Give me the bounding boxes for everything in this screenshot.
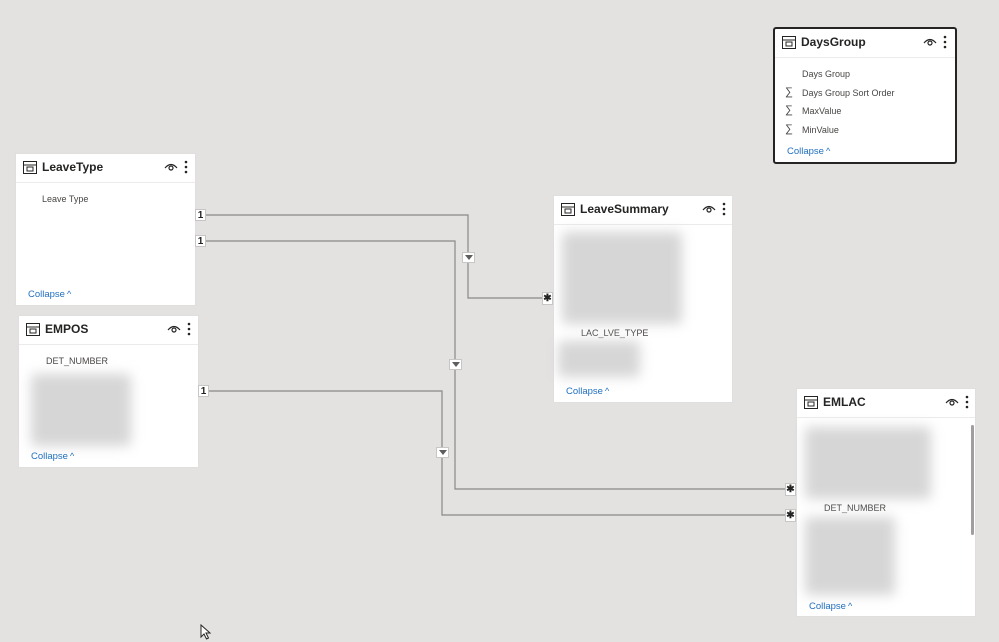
obscured-fields <box>31 374 131 446</box>
table-card-empos[interactable]: EMPOS DET_NUMBER Collapse ^ <box>18 315 199 468</box>
table-title: LeaveType <box>42 160 104 174</box>
field-det-number[interactable]: DET_NUMBER <box>824 503 886 513</box>
obscured-fields <box>805 517 895 595</box>
table-card-leavetype[interactable]: LeaveType Leave Type Collapse ^ <box>15 153 196 306</box>
collapse-label: Collapse <box>566 386 603 397</box>
eye-icon[interactable] <box>702 204 716 214</box>
field-det-number[interactable]: DET_NUMBER <box>46 356 108 366</box>
table-icon <box>23 161 37 174</box>
field-lac-lve-type[interactable]: LAC_LVE_TYPE <box>581 328 648 338</box>
field-leave-type[interactable]: Leave Type <box>42 194 88 204</box>
eye-icon[interactable] <box>945 397 959 407</box>
table-icon <box>782 36 796 49</box>
field-days-group[interactable]: Days Group <box>802 69 850 79</box>
table-header[interactable]: EMPOS <box>19 316 198 345</box>
table-title: LeaveSummary <box>580 202 669 216</box>
chevron-up-icon: ^ <box>825 146 831 156</box>
collapse-label: Collapse <box>787 146 824 157</box>
eye-icon[interactable] <box>164 162 178 172</box>
collapse-label: Collapse <box>28 289 65 300</box>
eye-icon[interactable] <box>167 324 181 334</box>
table-icon <box>26 323 40 336</box>
sigma-icon: ∑ <box>785 123 793 135</box>
chevron-up-icon: ^ <box>604 386 610 396</box>
collapse-button[interactable]: Collapse ^ <box>566 386 609 397</box>
field-maxvalue[interactable]: MaxValue <box>802 106 841 116</box>
obscured-fields <box>558 341 640 377</box>
collapse-button[interactable]: Collapse ^ <box>31 451 74 462</box>
table-title: EMLAC <box>823 395 866 409</box>
obscured-fields <box>805 427 931 499</box>
filter-direction-icon[interactable] <box>462 252 475 263</box>
table-icon <box>561 203 575 216</box>
table-header[interactable]: LeaveSummary <box>554 196 732 225</box>
cardinality-many-marker: ✱ <box>785 483 796 496</box>
table-header[interactable]: EMLAC <box>797 389 975 418</box>
chevron-up-icon: ^ <box>847 601 853 611</box>
table-header[interactable]: LeaveType <box>16 154 195 183</box>
relationship-leavetype-leavesummary <box>205 214 544 299</box>
table-card-leavesummary[interactable]: LeaveSummary LAC_LVE_TYPE Collapse ^ <box>553 195 733 403</box>
cardinality-one-marker: 1 <box>195 209 206 221</box>
more-options-icon[interactable] <box>943 35 947 49</box>
collapse-button[interactable]: Collapse ^ <box>809 601 852 612</box>
obscured-fields <box>562 232 682 324</box>
eye-icon[interactable] <box>923 37 937 47</box>
collapse-label: Collapse <box>31 451 68 462</box>
field-days-group-sort-order[interactable]: Days Group Sort Order <box>802 88 895 98</box>
cardinality-many-marker: ✱ <box>785 509 796 522</box>
collapse-button[interactable]: Collapse ^ <box>28 289 71 300</box>
sigma-icon: ∑ <box>785 86 793 98</box>
scrollbar[interactable] <box>971 425 974 535</box>
filter-direction-icon[interactable] <box>449 359 462 370</box>
more-options-icon[interactable] <box>187 322 191 336</box>
cardinality-one-marker: 1 <box>198 385 209 397</box>
cardinality-one-marker: 1 <box>195 235 206 247</box>
collapse-button[interactable]: Collapse ^ <box>787 146 830 157</box>
chevron-up-icon: ^ <box>66 289 72 299</box>
cardinality-many-marker: ✱ <box>542 292 553 305</box>
chevron-up-icon: ^ <box>69 451 75 461</box>
more-options-icon[interactable] <box>965 395 969 409</box>
filter-direction-icon[interactable] <box>436 447 449 458</box>
field-minvalue[interactable]: MinValue <box>802 125 839 135</box>
table-icon <box>804 396 818 409</box>
table-title: DaysGroup <box>801 35 866 49</box>
more-options-icon[interactable] <box>722 202 726 216</box>
sigma-icon: ∑ <box>785 104 793 116</box>
more-options-icon[interactable] <box>184 160 188 174</box>
collapse-label: Collapse <box>809 601 846 612</box>
table-card-emlac[interactable]: EMLAC DET_NUMBER Collapse ^ <box>796 388 976 617</box>
mouse-cursor-icon <box>200 624 212 640</box>
table-card-daysgroup[interactable]: DaysGroup Days Group ∑ Days Group Sort O… <box>773 27 957 164</box>
relationship-empos-emlac <box>208 390 786 516</box>
table-title: EMPOS <box>45 322 89 336</box>
table-header[interactable]: DaysGroup <box>775 29 955 58</box>
